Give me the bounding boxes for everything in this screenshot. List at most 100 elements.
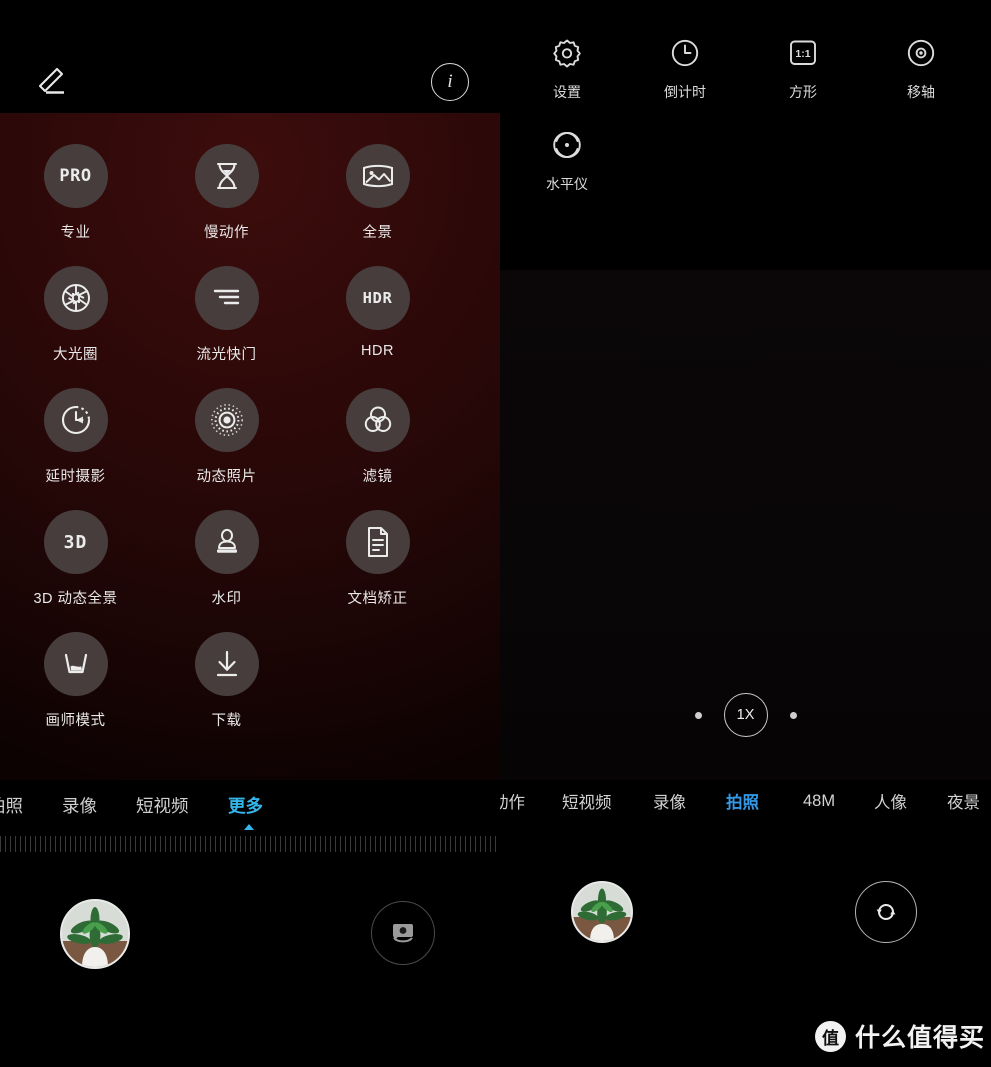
mode-item-download[interactable]: 下载 [151, 632, 302, 730]
mode-item-filter[interactable]: 滤镜 [302, 388, 453, 486]
gear-icon [550, 36, 584, 70]
mode-item-pro[interactable]: PRO 专业 [0, 144, 151, 242]
mode-row: 画师模式 下载 [0, 632, 500, 730]
right-camera-screen: 设置 倒计时 1:1 方形 移轴 水平仪 1X 动作 短视频 录像 拍照 48M… [500, 0, 991, 1010]
mode-label: 3D 动态全景 [33, 591, 118, 607]
filter-rings-icon [345, 388, 410, 452]
tilt-shift-icon [904, 36, 938, 70]
info-icon[interactable]: i [431, 63, 469, 101]
light-trail-icon [194, 266, 259, 330]
pro-glyph: PRO [59, 166, 92, 186]
setting-item-square[interactable]: 1:1 方形 [744, 36, 862, 102]
right-bottom-bar [500, 860, 991, 980]
modes-grid: PRO 专业 慢动作 全景 大光圈 流光快门 HDR HDR 延时摄影 动态照片… [0, 113, 500, 730]
switch-camera-button[interactable] [371, 901, 435, 965]
switch-camera-button[interactable] [855, 881, 917, 943]
mode-item-3d-panorama[interactable]: 3D 3D 动态全景 [0, 510, 151, 608]
tab-portrait[interactable]: 人像 [874, 789, 907, 813]
setting-item-tilt-shift[interactable]: 移轴 [862, 36, 980, 102]
mode-item-timelapse[interactable]: 延时摄影 [0, 388, 151, 486]
mode-row: 3D 3D 动态全景 水印 文档矫正 [0, 510, 500, 608]
zoom-ruler[interactable] [0, 836, 500, 852]
mode-item-watermark[interactable]: 水印 [151, 510, 302, 608]
tab-slow-motion[interactable]: 动作 [500, 789, 525, 813]
setting-item-settings[interactable]: 设置 [508, 36, 626, 102]
left-bottom-bar [0, 880, 500, 1010]
zoom-step-dot-left[interactable] [694, 711, 702, 719]
3d-icon: 3D [43, 510, 108, 574]
mode-item-painter[interactable]: 画师模式 [0, 632, 151, 730]
hdr-icon: HDR [345, 266, 410, 330]
pencil-edit-icon[interactable] [33, 62, 69, 96]
hourglass-icon [194, 144, 259, 208]
settings-row: 设置 倒计时 1:1 方形 移轴 [500, 36, 991, 102]
right-mode-tabs: 动作 短视频 录像 拍照 48M 人像 夜景 [500, 778, 991, 824]
watermark: 值 什么值得买 [815, 1018, 985, 1054]
setting-label: 方形 [789, 84, 817, 100]
pro-icon: PRO [43, 144, 108, 208]
tab-photo[interactable]: 拍照 [726, 789, 759, 813]
zoom-control: 1X [500, 693, 991, 737]
mode-item-slowmo[interactable]: 慢动作 [151, 144, 302, 242]
more-modes-sheet: PRO 专业 慢动作 全景 大光圈 流光快门 HDR HDR 延时摄影 动态照片… [0, 113, 500, 780]
timelapse-icon [43, 388, 108, 452]
left-camera-screen: i PRO 专业 慢动作 全景 大光圈 流光快门 HDR HDR 延时摄影 动态… [0, 0, 500, 1010]
mode-row: 大光圈 流光快门 HDR HDR [0, 266, 500, 364]
settings-grid: 设置 倒计时 1:1 方形 移轴 水平仪 [500, 36, 991, 194]
gallery-thumbnail[interactable] [571, 881, 633, 943]
plant-thumbnail-image [573, 883, 631, 941]
mode-label: 水印 [211, 591, 242, 607]
painter-icon [43, 632, 108, 696]
settings-sheet: 设置 倒计时 1:1 方形 移轴 水平仪 [500, 0, 991, 270]
screenshot-root: i PRO 专业 慢动作 全景 大光圈 流光快门 HDR HDR 延时摄影 动态… [0, 0, 991, 1067]
tab-video[interactable]: 录像 [62, 793, 97, 818]
tab-video[interactable]: 录像 [653, 789, 686, 813]
switch-camera-icon [393, 924, 413, 943]
mode-item-panorama[interactable]: 全景 [302, 144, 453, 242]
panorama-icon [345, 144, 410, 208]
mode-label: 延时摄影 [45, 469, 106, 485]
mode-item-live-photo[interactable]: 动态照片 [151, 388, 302, 486]
mode-item-document[interactable]: 文档矫正 [302, 510, 453, 608]
mode-item-hdr[interactable]: HDR HDR [302, 266, 453, 364]
mode-label: HDR [361, 343, 394, 359]
stamp-icon [194, 510, 259, 574]
active-tab-caret [244, 824, 254, 830]
zoom-level-button[interactable]: 1X [723, 693, 768, 737]
mode-label: 流光快门 [196, 347, 257, 363]
3d-glyph: 3D [63, 531, 88, 553]
setting-label: 移轴 [907, 84, 935, 100]
left-topbar: i [0, 0, 500, 113]
plant-thumbnail-image [62, 901, 128, 967]
left-mode-tabs: 拍照 录像 短视频 更多 [0, 780, 500, 830]
download-icon [194, 632, 259, 696]
mode-label: 滤镜 [362, 469, 393, 485]
tab-night[interactable]: 夜景 [947, 789, 980, 813]
setting-label: 倒计时 [664, 84, 706, 100]
tab-more[interactable]: 更多 [228, 793, 263, 818]
gallery-thumbnail[interactable] [60, 899, 130, 969]
mode-item-aperture[interactable]: 大光圈 [0, 266, 151, 364]
mode-label: 文档矫正 [347, 591, 408, 607]
svg-text:1:1: 1:1 [795, 48, 810, 60]
timer-icon [668, 36, 702, 70]
settings-row: 水平仪 [500, 128, 991, 194]
ratio-1-1-icon: 1:1 [786, 36, 820, 70]
mode-item-light-trail[interactable]: 流光快门 [151, 266, 302, 364]
mode-row: 延时摄影 动态照片 滤镜 [0, 388, 500, 486]
tab-48m[interactable]: 48M [803, 792, 835, 811]
tab-photo[interactable]: 拍照 [0, 793, 23, 818]
mode-label: 慢动作 [204, 225, 249, 241]
setting-item-timer[interactable]: 倒计时 [626, 36, 744, 102]
tab-short-video[interactable]: 短视频 [562, 789, 612, 813]
setting-item-level[interactable]: 水平仪 [508, 128, 626, 194]
live-photo-icon [194, 388, 259, 452]
zoom-step-dot-right[interactable] [789, 711, 797, 719]
mode-label: 下载 [211, 713, 242, 729]
mode-row: PRO 专业 慢动作 全景 [0, 144, 500, 242]
tab-short-video[interactable]: 短视频 [136, 793, 189, 818]
mode-label: 画师模式 [45, 713, 106, 729]
mode-label: 专业 [60, 225, 91, 241]
mode-label: 动态照片 [196, 469, 257, 485]
mode-item-empty [302, 632, 453, 730]
